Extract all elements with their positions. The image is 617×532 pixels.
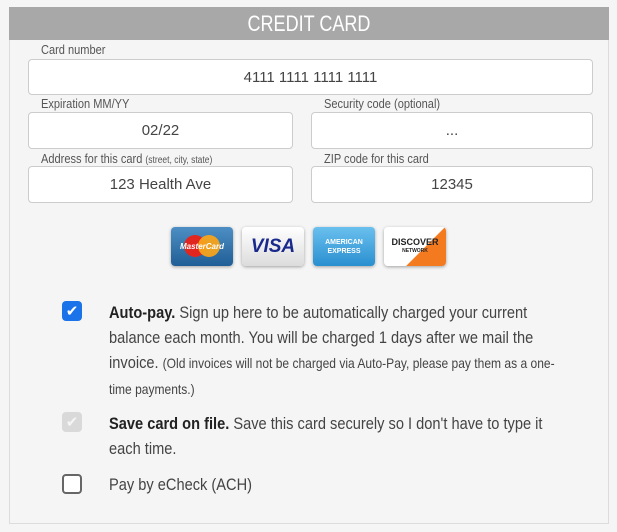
address-hint: (street, city, state) <box>145 155 213 166</box>
card-number-input[interactable] <box>28 59 593 95</box>
autopay-title: Auto-pay. <box>109 303 176 322</box>
autopay-note: (Old invoices will not be charged via Au… <box>109 355 555 397</box>
echeck-label: Pay by eCheck (ACH) <box>109 472 573 497</box>
zip-label: ZIP code for this card <box>324 151 429 166</box>
card-number-label: Card number <box>41 42 106 57</box>
address-label: Address for this card (street, city, sta… <box>41 151 212 166</box>
save-card-checkbox: ✔ <box>62 412 82 432</box>
check-icon: ✔ <box>65 303 79 320</box>
accepted-cards: MasterCard VISA AMERICAN EXPRESS DISCOVER… <box>171 227 446 266</box>
save-card-title: Save card on file. <box>109 414 230 433</box>
mastercard-text: MasterCard <box>179 242 224 251</box>
address-input[interactable] <box>28 166 293 203</box>
panel-header: CREDIT CARD <box>9 7 609 40</box>
save-card-description: Save card on file. Save this card secure… <box>109 411 573 461</box>
autopay-checkbox[interactable]: ✔ <box>62 301 82 321</box>
echeck-checkbox[interactable] <box>62 474 82 494</box>
discover-text: DISCOVER <box>391 236 439 247</box>
address-label-text: Address for this card <box>41 151 143 166</box>
zip-input[interactable] <box>311 166 593 203</box>
discover-logo: DISCOVER NETWORK <box>384 227 446 266</box>
security-code-input[interactable] <box>311 112 593 149</box>
amex-text-2: EXPRESS <box>327 247 361 255</box>
visa-text: VISA <box>250 235 296 257</box>
check-icon: ✔ <box>65 414 79 431</box>
visa-logo: VISA <box>242 227 304 266</box>
amex-logo: AMERICAN EXPRESS <box>313 227 375 266</box>
discover-subtext: NETWORK <box>402 247 428 254</box>
autopay-description: Auto-pay. Sign up here to be automatical… <box>109 300 573 402</box>
mastercard-logo: MasterCard <box>171 227 233 266</box>
expiration-label: Expiration MM/YY <box>41 96 130 111</box>
expiration-input[interactable] <box>28 112 293 149</box>
security-code-label: Security code (optional) <box>324 96 441 111</box>
echeck-title: Pay by eCheck (ACH) <box>109 475 253 494</box>
header-title: CREDIT CARD <box>247 11 371 36</box>
amex-text-1: AMERICAN <box>325 238 363 246</box>
